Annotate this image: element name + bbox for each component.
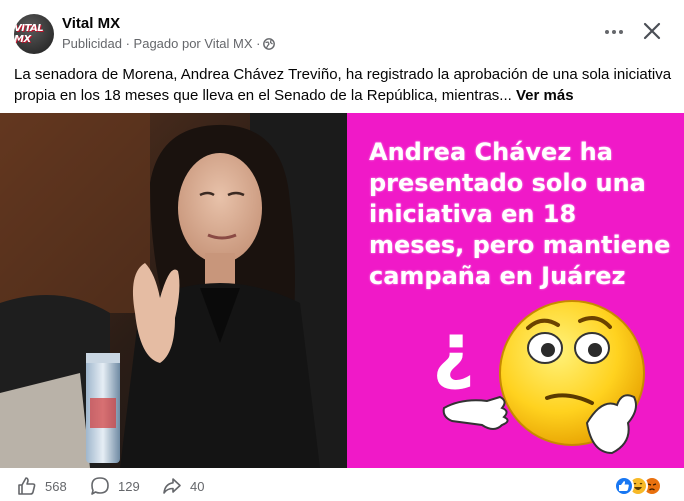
post-footer: 568 129 40	[0, 470, 684, 501]
like-count: 568	[45, 478, 67, 494]
share-icon	[162, 476, 182, 496]
reaction-summary[interactable]	[614, 476, 674, 496]
comment-button[interactable]: 129	[90, 476, 140, 496]
share-count: 40	[190, 478, 205, 494]
post-meta: Publicidad · Pagado por Vital MX ·	[62, 36, 276, 51]
senator-photo	[0, 113, 347, 468]
sponsored-label: Publicidad · Pagado por Vital MX ·	[62, 36, 261, 51]
close-icon[interactable]	[639, 18, 665, 44]
like-icon	[17, 476, 37, 496]
post-text: La senadora de Morena, Andrea Chávez Tre…	[14, 64, 674, 106]
avatar-logo-text: VITAL MX	[14, 23, 44, 45]
comment-icon	[90, 476, 110, 496]
page-avatar[interactable]: VITAL MX	[14, 14, 54, 54]
comment-count: 129	[118, 478, 140, 494]
share-button[interactable]: 40	[162, 476, 204, 496]
see-more-link[interactable]: Ver más	[516, 87, 574, 104]
like-button[interactable]: 568	[17, 476, 67, 496]
more-options-icon[interactable]	[600, 20, 628, 44]
thinking-emoji-icon	[442, 293, 662, 463]
globe-icon	[263, 37, 276, 50]
headline-panel: Andrea Chávez ha presentado solo una ini…	[347, 113, 684, 468]
page-name[interactable]: Vital MX	[62, 15, 120, 32]
ad-post-card: VITAL MX Vital MX Publicidad · Pagado po…	[0, 0, 684, 501]
post-image[interactable]: Andrea Chávez ha presentado solo una ini…	[0, 113, 684, 468]
image-headline: Andrea Chávez ha presentado solo una ini…	[369, 138, 671, 290]
like-reaction-icon	[614, 476, 634, 496]
